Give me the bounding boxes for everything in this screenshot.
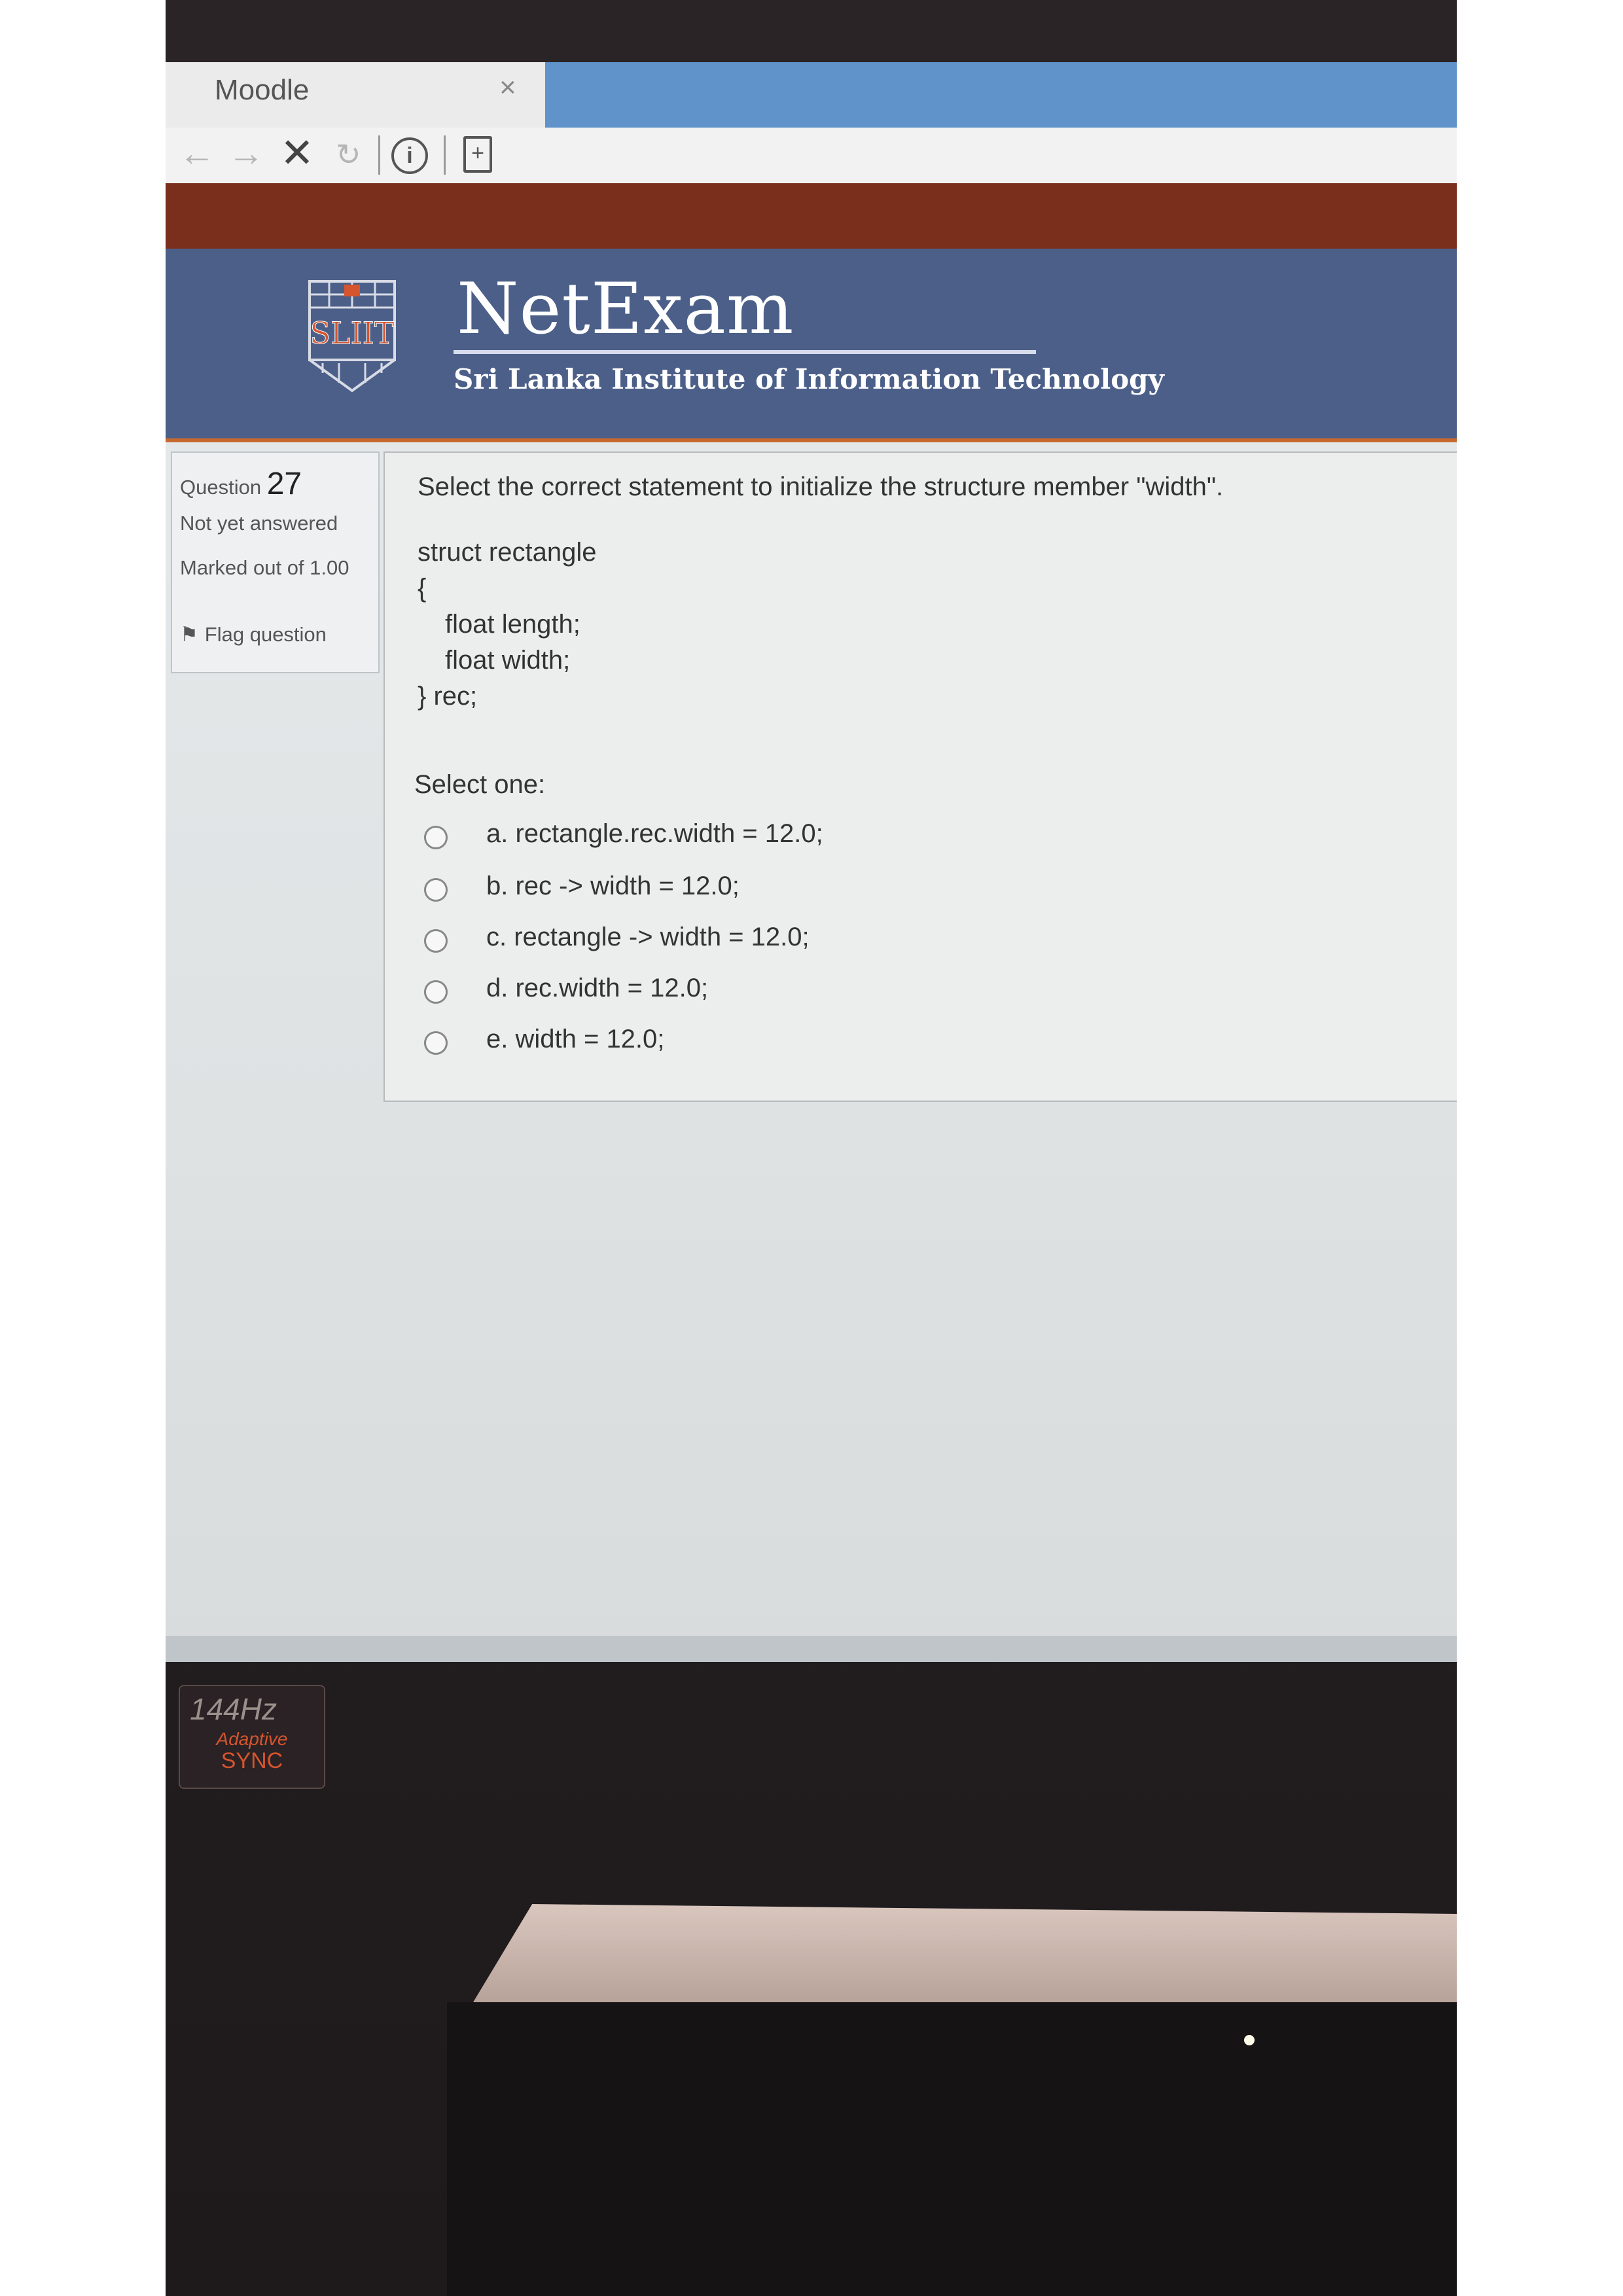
power-led: [1244, 2035, 1255, 2045]
question-prefix: Question: [180, 476, 262, 499]
answer-option-label[interactable]: d. rec.width = 12.0;: [486, 974, 708, 1003]
browser-window: Moodle × ← → ✕ ↻ i + SLIIT NetExam Sri L…: [166, 62, 1457, 1662]
radio-button[interactable]: [424, 826, 448, 849]
badge-sync: SYNC: [221, 1748, 283, 1773]
tab-close-button[interactable]: ×: [499, 71, 516, 104]
answer-option-label[interactable]: e. width = 12.0;: [486, 1025, 664, 1054]
question-number: 27: [266, 467, 302, 501]
laptop-lid-edge: [473, 1904, 1457, 2002]
code-line: } rec;: [418, 682, 478, 711]
info-icon[interactable]: i: [391, 137, 428, 174]
question-panel: Select the correct statement to initiali…: [383, 451, 1457, 1102]
radio-button[interactable]: [424, 878, 448, 902]
code-line: float width;: [445, 646, 571, 675]
sliit-logo: SLIIT: [308, 280, 396, 393]
close-icon[interactable]: ✕: [280, 129, 314, 177]
site-subtitle: Sri Lanka Institute of Information Techn…: [454, 363, 1164, 395]
code-line: struct rectangle: [418, 538, 597, 567]
answer-option-label[interactable]: a. rectangle.rec.width = 12.0;: [486, 819, 823, 849]
code-line: float length;: [445, 610, 580, 639]
flag-icon: ⚑: [180, 623, 198, 646]
page-icon[interactable]: +: [463, 136, 492, 173]
browser-toolbar: ← → ✕ ↻ i +: [166, 128, 1457, 184]
page-top-stripe: [166, 183, 1457, 249]
flag-question-link[interactable]: ⚑ Flag question: [180, 623, 327, 646]
question-text: Select the correct statement to initiali…: [418, 472, 1224, 501]
arrow-right-icon[interactable]: →: [228, 132, 264, 174]
badge-hz: 144Hz: [190, 1692, 277, 1726]
site-brand[interactable]: NetExam: [457, 268, 794, 350]
tab-title: Moodle: [215, 74, 310, 106]
toolbar-separator: [444, 135, 446, 175]
tab-bar: Moodle ×: [166, 62, 1457, 128]
marks-label: Marked out of 1.00: [180, 556, 349, 579]
badge-adaptive: Adaptive: [216, 1729, 288, 1749]
flag-question-label: Flag question: [204, 623, 327, 646]
answer-option-label[interactable]: b. rec -> width = 12.0;: [486, 872, 740, 901]
code-line: {: [418, 574, 427, 603]
answer-option-label[interactable]: c. rectangle -> width = 12.0;: [486, 923, 810, 952]
radio-button[interactable]: [424, 1031, 448, 1055]
question-number-label: Question 27: [180, 466, 302, 502]
select-one-label: Select one:: [414, 770, 546, 799]
laptop-body: [447, 2002, 1457, 2296]
question-info-block: Question 27 Not yet answered Marked out …: [171, 451, 380, 673]
photographed-monitor: Moodle × ← → ✕ ↻ i + SLIIT NetExam Sri L…: [166, 0, 1457, 2296]
radio-button[interactable]: [424, 980, 448, 1004]
tab-moodle[interactable]: Moodle ×: [166, 62, 546, 128]
site-header: SLIIT NetExam Sri Lanka Institute of Inf…: [166, 249, 1457, 442]
reload-icon[interactable]: ↻: [336, 137, 361, 172]
arrow-left-icon[interactable]: ←: [179, 132, 215, 174]
radio-button[interactable]: [424, 929, 448, 953]
screen-bottom-edge: [166, 1636, 1457, 1662]
monitor-refresh-badge: 144Hz Adaptive SYNC: [179, 1685, 325, 1789]
brand-underline: [454, 350, 1036, 354]
answer-state: Not yet answered: [180, 512, 338, 535]
tab-strip-background: [545, 62, 1457, 128]
toolbar-separator: [378, 135, 380, 175]
logo-text: SLIIT: [310, 315, 394, 351]
